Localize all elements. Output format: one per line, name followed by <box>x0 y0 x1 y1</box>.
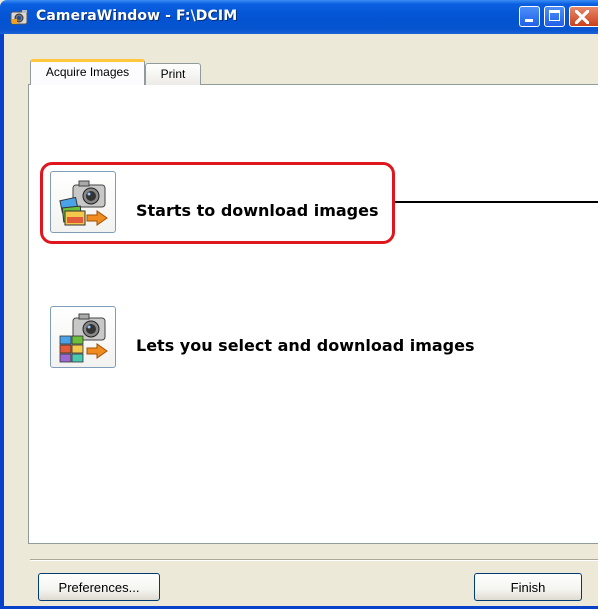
start-download-action[interactable]: Starts to download images <box>50 171 390 233</box>
footer-separator <box>30 559 598 561</box>
camerawindow-app-icon <box>10 10 28 25</box>
close-icon[interactable] <box>569 6 598 27</box>
tab-print[interactable]: Print <box>145 63 201 85</box>
select-download-button[interactable] <box>50 306 116 368</box>
maximize-icon[interactable] <box>544 6 565 27</box>
camera-select-icon <box>59 313 108 363</box>
title-bar[interactable]: CameraWindow - F:\DCIM <box>0 0 598 34</box>
select-download-label: Lets you select and download images <box>136 336 475 355</box>
finish-button[interactable]: Finish <box>474 573 582 601</box>
camera-download-icon <box>59 180 108 226</box>
window-border-left <box>0 34 4 609</box>
tab-label: Acquire Images <box>45 65 130 79</box>
camera-window: CameraWindow - F:\DCIM Acquire Images Pr… <box>0 0 598 609</box>
minimize-icon[interactable] <box>519 6 540 27</box>
callout-line <box>395 201 598 203</box>
start-download-label: Starts to download images <box>136 201 379 220</box>
tab-acquire-images[interactable]: Acquire Images <box>30 59 145 85</box>
select-download-action[interactable]: Lets you select and download images <box>50 306 510 368</box>
window-title: CameraWindow - F:\DCIM <box>36 8 238 24</box>
preferences-button[interactable]: Preferences... <box>38 573 160 601</box>
tab-label: Print <box>160 67 186 81</box>
start-download-button[interactable] <box>50 171 116 233</box>
